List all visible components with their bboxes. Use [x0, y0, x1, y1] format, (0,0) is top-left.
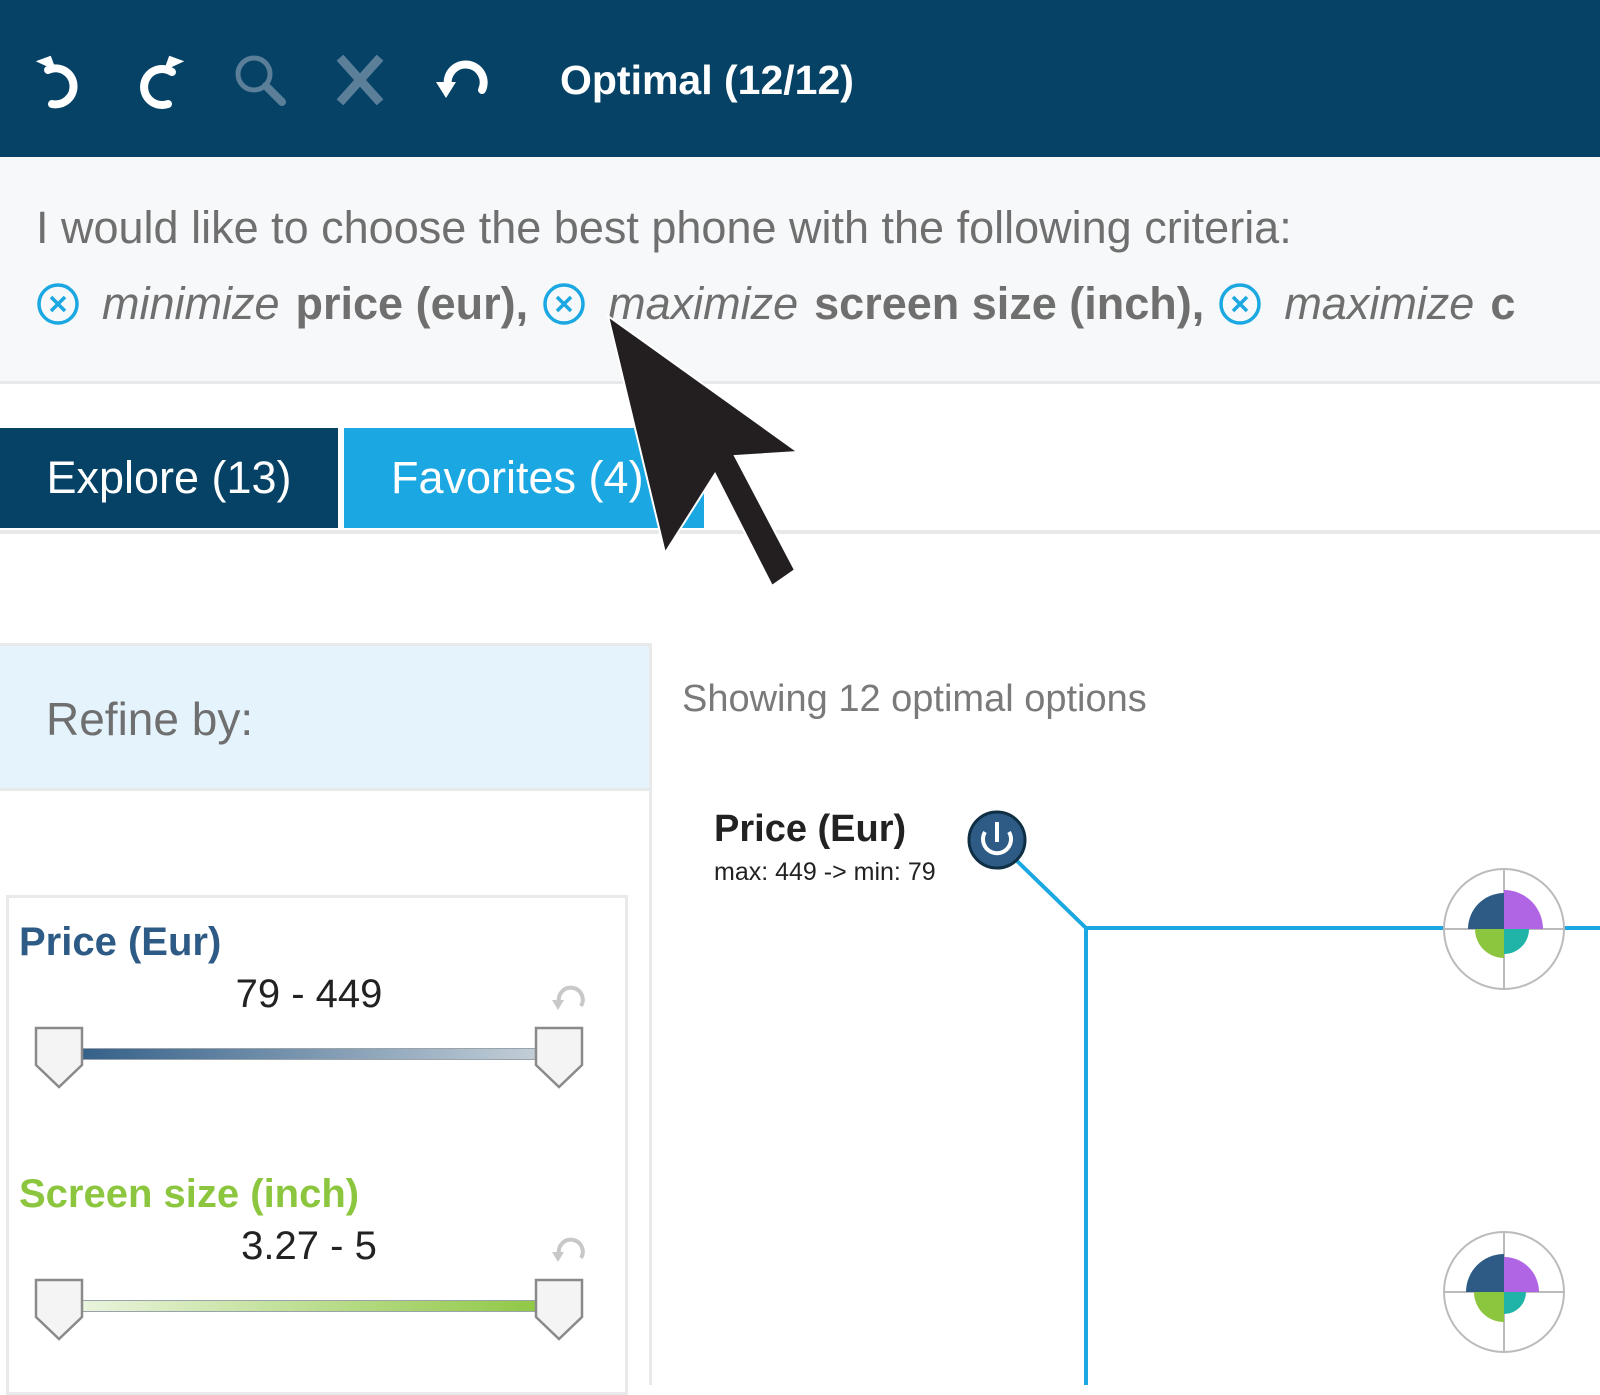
- screen-slider-track[interactable]: [59, 1300, 559, 1312]
- remove-circle-icon: [543, 283, 585, 325]
- redo-icon: [140, 55, 185, 109]
- remove-criterion-button[interactable]: [542, 282, 586, 326]
- tab-favorites[interactable]: Favorites (4): [344, 428, 704, 528]
- filter-name: Price (Eur): [19, 920, 222, 964]
- filter-reset-button[interactable]: [549, 980, 589, 1020]
- filter-range: 3.27 - 5: [241, 1224, 377, 1268]
- results-caption: Showing 12 optimal options: [682, 678, 1147, 720]
- criterion-attribute: price (eur): [295, 278, 516, 329]
- refine-panel: Price (Eur) 79 - 449 Screen size (inch) …: [0, 791, 652, 1395]
- slider-min-handle[interactable]: [33, 1025, 85, 1091]
- undo-icon: [35, 55, 78, 109]
- filter-price: Price (Eur) 79 - 449: [19, 920, 599, 1120]
- power-icon[interactable]: [967, 810, 1027, 870]
- criteria-intro: I would like to choose the best phone wi…: [36, 202, 1292, 253]
- criterion-separator: ,: [515, 278, 529, 329]
- filter-reset-button[interactable]: [549, 1232, 589, 1272]
- reset-button[interactable]: [430, 40, 500, 120]
- filter-range: 79 - 449: [235, 972, 383, 1016]
- tab-bar: Explore (13) Favorites (4): [0, 428, 1600, 534]
- clear-button[interactable]: [325, 40, 395, 120]
- slider-max-handle[interactable]: [533, 1025, 585, 1091]
- page-title: Optimal (12/12): [560, 57, 854, 103]
- refine-header: Refine by:: [0, 643, 652, 791]
- axis-range: max: 449 -> min: 79: [714, 858, 936, 886]
- criterion-attribute: c: [1490, 278, 1516, 329]
- filter-list: Price (Eur) 79 - 449 Screen size (inch) …: [6, 895, 628, 1395]
- toolbar: Optimal (12/12): [0, 0, 1600, 157]
- criterion-verb: maximize: [1284, 278, 1475, 329]
- remove-circle-icon: [37, 283, 79, 325]
- reset-icon: [552, 1237, 585, 1262]
- redo-button[interactable]: [125, 40, 195, 120]
- filter-screen-size: Screen size (inch) 3.27 - 5: [19, 1172, 599, 1372]
- axis-name: Price (Eur): [714, 808, 907, 850]
- remove-criterion-button[interactable]: [36, 282, 80, 326]
- remove-criterion-button[interactable]: [1218, 282, 1262, 326]
- undo-button[interactable]: [25, 40, 95, 120]
- search-button[interactable]: [225, 40, 295, 120]
- close-x-icon: [336, 55, 384, 105]
- slider-max-handle[interactable]: [533, 1277, 585, 1343]
- criterion-verb: minimize: [102, 278, 280, 329]
- criterion-item: maximize c: [1218, 278, 1515, 330]
- reset-icon: [436, 60, 488, 98]
- criterion-verb: maximize: [608, 278, 799, 329]
- option-node[interactable]: [1443, 1231, 1565, 1353]
- criterion-separator: ,: [1191, 278, 1205, 329]
- tab-explore[interactable]: Explore (13): [0, 428, 338, 528]
- remove-circle-icon: [1219, 283, 1262, 325]
- criteria-panel: I would like to choose the best phone wi…: [0, 157, 1600, 384]
- filter-name: Screen size (inch): [19, 1172, 360, 1216]
- slider-min-handle[interactable]: [33, 1277, 85, 1343]
- criterion-item: minimize price (eur) ,: [36, 278, 542, 330]
- search-icon: [235, 55, 286, 106]
- criterion-attribute: screen size (inch): [814, 278, 1192, 329]
- option-node[interactable]: [1443, 868, 1565, 990]
- criteria-list: minimize price (eur) , maximize screen s…: [36, 274, 1515, 334]
- refine-label: Refine by:: [46, 693, 254, 745]
- criterion-item: maximize screen size (inch) ,: [542, 278, 1218, 330]
- reset-icon: [552, 985, 585, 1010]
- price-slider-track[interactable]: [59, 1048, 559, 1060]
